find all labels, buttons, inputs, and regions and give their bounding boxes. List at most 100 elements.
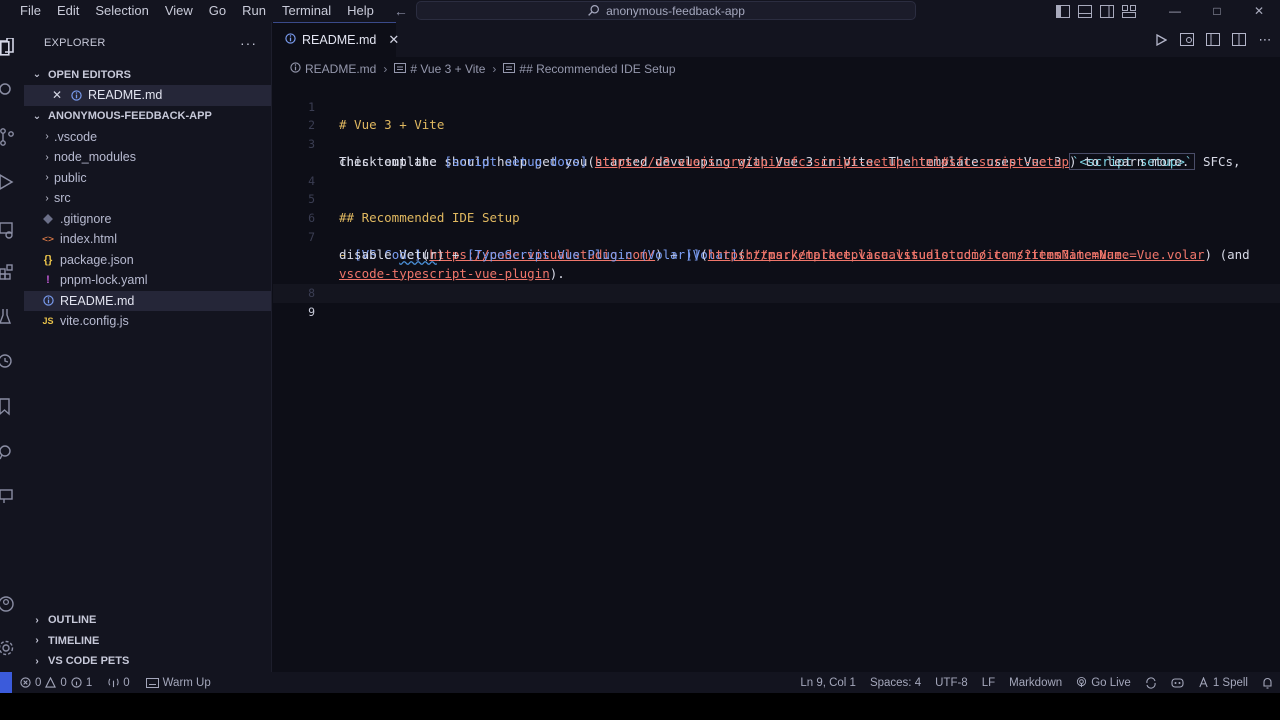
timeline-section[interactable]: › TIMELINE bbox=[24, 631, 272, 652]
back-arrow-icon[interactable]: ← bbox=[394, 3, 408, 19]
close-window-icon[interactable]: ✕ bbox=[1238, 0, 1280, 22]
split-editor-icon[interactable] bbox=[1228, 29, 1250, 51]
error-icon bbox=[20, 677, 31, 688]
warmup-label: Warm Up bbox=[162, 676, 211, 689]
code-editor[interactable]: 1 # Vue 3 + Vite 2 3 This template shoul… bbox=[273, 81, 1280, 672]
close-editor-icon[interactable]: ✕ bbox=[50, 88, 64, 102]
radio-tower-icon bbox=[108, 678, 119, 688]
chevron-right-icon: › bbox=[383, 62, 388, 76]
file-package-json[interactable]: {} package.json bbox=[24, 250, 271, 271]
tree-item-label: node_modules bbox=[54, 150, 137, 165]
end-of-line[interactable]: LF bbox=[975, 677, 1002, 689]
tree-item-label: .gitignore bbox=[60, 211, 112, 226]
outline-section[interactable]: › OUTLINE bbox=[24, 610, 272, 631]
spell-label: 1 Spell bbox=[1212, 676, 1248, 689]
folder-node-modules[interactable]: › node_modules bbox=[24, 147, 271, 168]
encoding[interactable]: UTF-8 bbox=[928, 677, 975, 689]
vscode-pets-section[interactable]: › VS CODE PETS bbox=[24, 651, 272, 672]
search-activity-icon[interactable] bbox=[0, 78, 20, 102]
ports-status[interactable]: 0 bbox=[108, 676, 130, 689]
code-line-3-wrap: check out the [script setup docs](https:… bbox=[273, 135, 1280, 169]
file-vite-config[interactable]: JS vite.config.js bbox=[24, 311, 271, 332]
file-pnpm-lock[interactable]: ! pnpm-lock.yaml bbox=[24, 270, 271, 291]
sync-icon[interactable] bbox=[1138, 676, 1164, 689]
settings-gear-icon[interactable] bbox=[0, 636, 20, 660]
breadcrumb-file[interactable]: README.md bbox=[305, 62, 376, 76]
command-center-search[interactable]: anonymous-feedback-app bbox=[416, 1, 916, 20]
indentation[interactable]: Spaces: 4 bbox=[863, 677, 928, 689]
more-actions-icon[interactable]: ··· bbox=[240, 35, 257, 51]
comments-icon[interactable] bbox=[0, 484, 20, 508]
ports-count: 0 bbox=[123, 676, 130, 689]
notifications-bell-icon[interactable] bbox=[1255, 677, 1280, 689]
open-changes-icon[interactable] bbox=[1202, 29, 1224, 51]
code-line-6: 6 bbox=[273, 190, 1280, 225]
file-readme[interactable]: README.md bbox=[24, 290, 271, 311]
maximize-icon[interactable]: □ bbox=[1196, 0, 1238, 22]
go-live-button[interactable]: Go Live bbox=[1069, 677, 1138, 689]
source-control-icon[interactable] bbox=[0, 125, 20, 149]
chevron-right-icon: › bbox=[45, 151, 49, 163]
close-tab-icon[interactable]: ✕ bbox=[388, 32, 399, 48]
open-editor-item-readme[interactable]: ✕ README.md bbox=[24, 85, 271, 106]
bookmark-icon[interactable] bbox=[0, 395, 20, 419]
status-bar: 0 0 1 0 Warm Up Ln 9, Col 1 Spaces: 4 UT… bbox=[0, 672, 1280, 693]
language-mode[interactable]: Markdown bbox=[1002, 677, 1069, 689]
file-gitignore[interactable]: .gitignore bbox=[24, 209, 271, 230]
spell-check-status[interactable]: 1 Spell bbox=[1191, 677, 1255, 689]
remote-indicator[interactable] bbox=[0, 672, 12, 693]
open-editors-section[interactable]: ⌄ OPEN EDITORS bbox=[24, 64, 271, 85]
tree-item-label: public bbox=[54, 170, 87, 185]
more-editor-actions-icon[interactable]: ⋯ bbox=[1254, 29, 1276, 51]
menu-file[interactable]: File bbox=[0, 0, 49, 22]
menu-terminal[interactable]: Terminal bbox=[274, 0, 339, 22]
toggle-secondary-sidebar-icon[interactable] bbox=[1096, 0, 1118, 22]
live-share-icon[interactable] bbox=[0, 440, 20, 464]
timeline-icon[interactable] bbox=[0, 349, 20, 373]
run-icon[interactable] bbox=[1150, 29, 1172, 51]
menu-help[interactable]: Help bbox=[339, 0, 382, 22]
toggle-sidebar-icon[interactable] bbox=[1052, 0, 1074, 22]
problems-status[interactable]: 0 0 1 bbox=[20, 677, 92, 689]
breadcrumb-heading-2[interactable]: ## Recommended IDE Setup bbox=[519, 62, 675, 76]
testing-icon[interactable] bbox=[0, 305, 20, 329]
account-icon[interactable] bbox=[0, 592, 20, 616]
warmup-status[interactable]: Warm Up bbox=[145, 676, 211, 689]
project-section[interactable]: ⌄ ANONYMOUS-FEEDBACK-APP bbox=[24, 106, 271, 127]
chevron-right-icon: › bbox=[492, 62, 497, 76]
file-index-html[interactable]: <> index.html bbox=[24, 229, 271, 250]
folder-public[interactable]: › public bbox=[24, 168, 271, 189]
run-debug-icon[interactable] bbox=[0, 170, 20, 194]
menu-selection[interactable]: Selection bbox=[87, 0, 156, 22]
menu-run[interactable]: Run bbox=[234, 0, 274, 22]
customize-layout-icon[interactable] bbox=[1118, 0, 1140, 22]
explorer-sidebar: EXPLORER ··· ⌄ OPEN EDITORS ✕ README.md … bbox=[24, 22, 272, 672]
vscode-pets-label: VS CODE PETS bbox=[48, 655, 130, 668]
menu-edit[interactable]: Edit bbox=[49, 0, 87, 22]
menu-view[interactable]: View bbox=[157, 0, 201, 22]
copilot-icon[interactable] bbox=[1164, 677, 1191, 688]
minimize-icon[interactable]: — bbox=[1154, 0, 1196, 22]
info-icon bbox=[40, 295, 56, 306]
menu-go[interactable]: Go bbox=[201, 0, 234, 22]
tab-label: README.md bbox=[302, 33, 377, 47]
code-line-5: 5 ## Recommended IDE Setup bbox=[273, 172, 1280, 225]
explorer-icon[interactable] bbox=[0, 35, 20, 59]
go-live-label: Go Live bbox=[1091, 676, 1131, 689]
broadcast-icon bbox=[1077, 677, 1087, 688]
tab-readme[interactable]: README.md ✕ bbox=[273, 22, 399, 57]
command-center-text: anonymous-feedback-app bbox=[606, 3, 745, 18]
outline-label: OUTLINE bbox=[48, 614, 97, 627]
code-line-7: 7 - [VS Code](https://code.visualstudio.… bbox=[273, 209, 1280, 263]
html-icon: <> bbox=[41, 233, 55, 245]
code-line-4: 4 bbox=[273, 153, 1280, 188]
folder-vscode[interactable]: › .vscode bbox=[24, 127, 271, 148]
breadcrumb-heading-1[interactable]: # Vue 3 + Vite bbox=[410, 62, 485, 76]
tree-item-label: README.md bbox=[60, 293, 135, 308]
open-preview-icon[interactable] bbox=[1176, 29, 1198, 51]
extensions-icon[interactable] bbox=[0, 260, 20, 284]
folder-src[interactable]: › src bbox=[24, 188, 271, 209]
remote-explorer-icon[interactable] bbox=[0, 218, 20, 242]
toggle-panel-icon[interactable] bbox=[1074, 0, 1096, 22]
cursor-position[interactable]: Ln 9, Col 1 bbox=[793, 677, 863, 689]
